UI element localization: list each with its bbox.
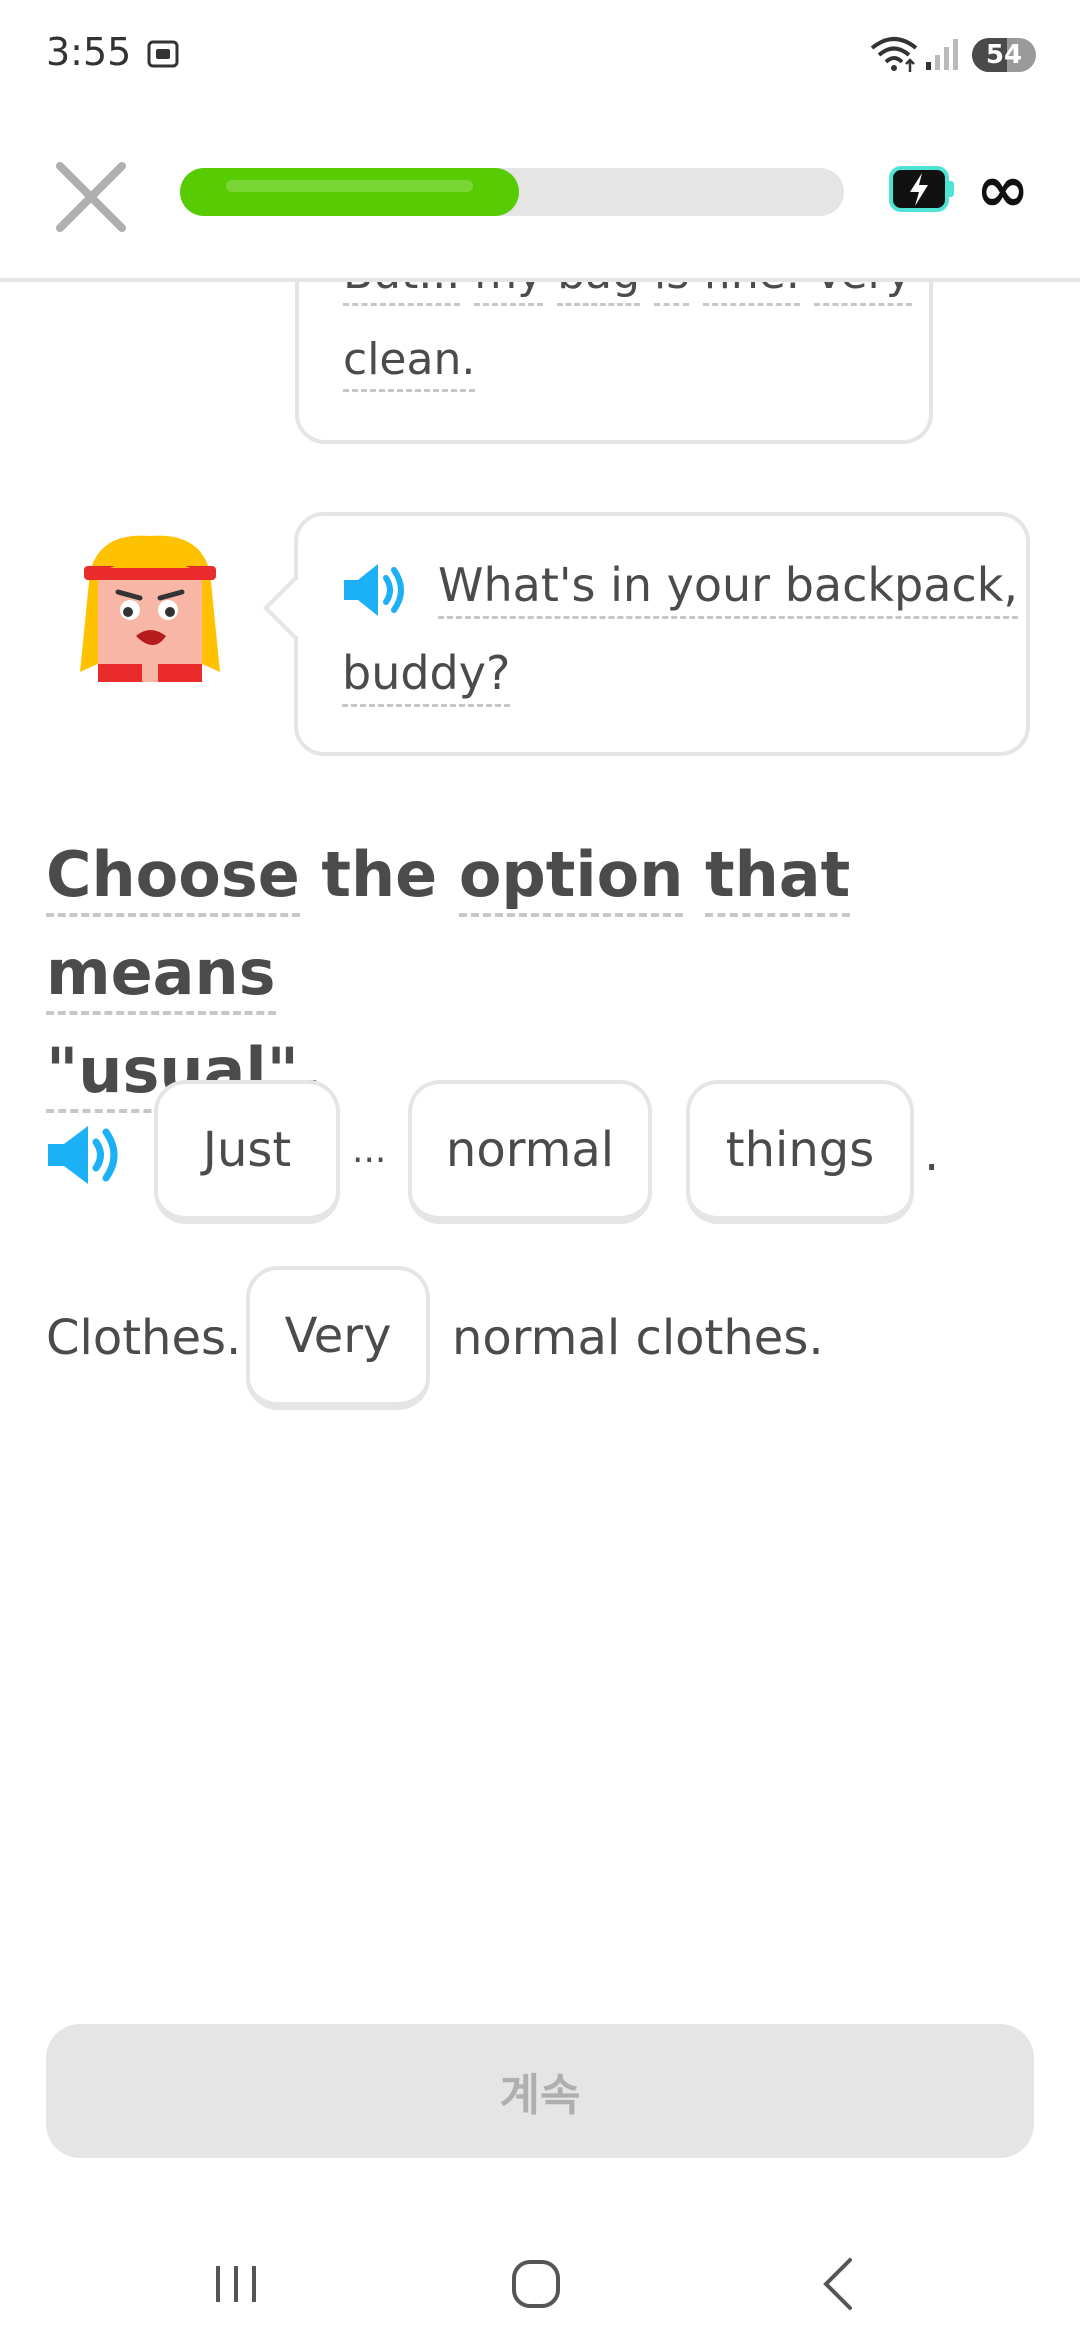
prompt-word[interactable]: Choose <box>46 838 300 917</box>
system-nav-bar <box>0 2220 1080 2340</box>
period-text: . <box>924 1126 940 1182</box>
ellipsis-text: ... <box>352 1130 387 1171</box>
speech-text-line2: buddy? <box>342 646 511 707</box>
continue-button[interactable]: 계속 <box>46 2024 1034 2158</box>
option-chip-very[interactable]: Very <box>246 1266 430 1410</box>
hint-word[interactable]: clean. <box>343 334 476 392</box>
option-chip-just[interactable]: Just <box>154 1080 340 1224</box>
progress-shine <box>226 180 473 192</box>
recent-apps-icon[interactable] <box>196 2244 276 2324</box>
lesson-header: ∞ <box>0 130 1080 282</box>
header-divider <box>0 278 1080 282</box>
infinite-energy-label: ∞ <box>976 153 1030 227</box>
lesson-progress-fill <box>180 168 519 216</box>
signal-icon <box>926 39 958 70</box>
speech-bubble-tail <box>262 576 326 640</box>
option-chip-normal[interactable]: normal <box>408 1080 652 1224</box>
home-icon[interactable] <box>496 2244 576 2324</box>
lightning-battery-icon[interactable] <box>888 164 956 214</box>
exercise-prompt: Choose the option that means "usual". <box>46 826 1036 1120</box>
prompt-word[interactable]: that <box>705 838 851 917</box>
battery-level: 54 <box>985 40 1023 70</box>
speaker-icon[interactable] <box>340 560 410 620</box>
status-bar: 3:55 54 <box>0 0 1080 110</box>
battery-indicator: 54 <box>972 38 1036 72</box>
prompt-word: the <box>321 838 438 911</box>
prompt-word[interactable]: means <box>46 936 276 1015</box>
speaker-icon[interactable] <box>44 1122 124 1188</box>
clock: 3:55 <box>46 30 132 74</box>
prompt-word[interactable]: option <box>458 838 684 917</box>
hint-phrase[interactable]: What's in your backpack, <box>438 558 1018 619</box>
wifi-icon <box>870 37 918 72</box>
hint-phrase[interactable]: buddy? <box>342 646 511 707</box>
speech-text-line1: What's in your backpack, <box>438 558 1018 619</box>
option-chip-things[interactable]: things <box>686 1080 914 1224</box>
sentence-suffix: normal clothes. <box>452 1310 824 1366</box>
close-icon[interactable] <box>46 152 136 242</box>
character-avatar <box>80 535 220 682</box>
sentence-prefix: Clothes. <box>46 1310 242 1366</box>
screenshot-icon <box>147 40 179 68</box>
back-icon[interactable] <box>800 2244 880 2324</box>
speech-bubble: What's in your backpack, buddy? <box>262 512 1030 756</box>
previous-message-line2: clean. <box>343 334 476 392</box>
lesson-progress-bar <box>180 168 844 216</box>
